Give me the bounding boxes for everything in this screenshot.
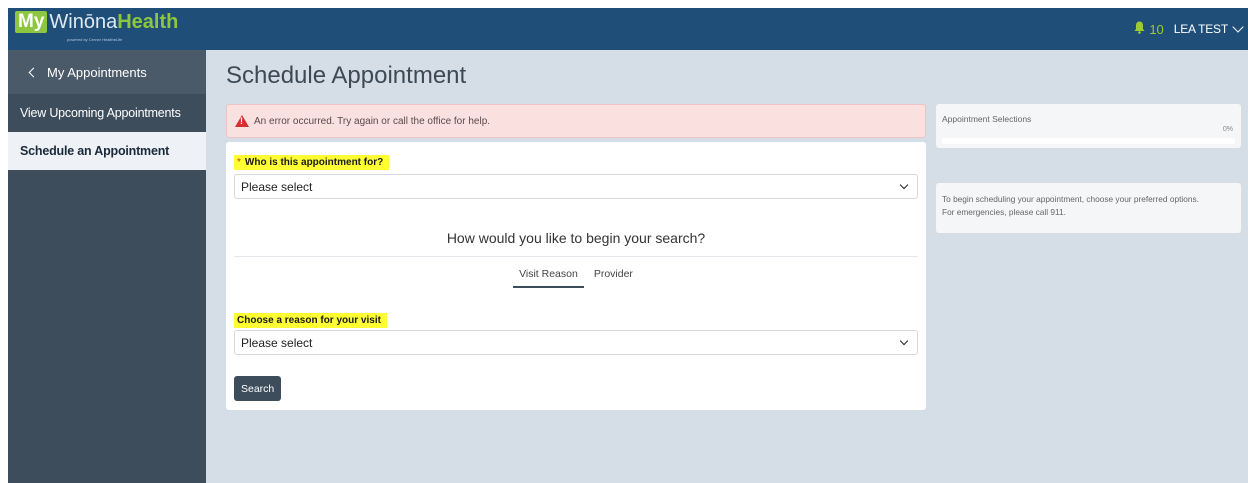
page-title: Schedule Appointment [226,62,467,89]
chevron-down-icon [899,336,909,346]
search-question: How would you like to begin your search? [446,230,706,246]
sidebar: My Appointments View Upcoming Appointmen… [8,50,206,483]
schedule-form-card: * Who is this appointment for? Please sel… [226,142,926,410]
logo-my: My [15,11,48,33]
selections-progress-bar [942,138,1235,144]
chevron-left-icon [28,67,39,77]
sidebar-back-label: My Appointments [47,64,147,80]
error-alert: An error occurred. Try again or call the… [226,104,926,138]
top-header: My Winōna Health powered by Cerner Healt… [8,8,1248,50]
sidebar-item-label: Schedule an Appointment [20,144,170,158]
who-select-value: Please select [241,179,313,194]
who-label-highlight: * Who is this appointment for? [234,155,390,170]
info-line-2: For emergencies, please call 911. [942,207,1066,217]
error-alert-text: An error occurred. Try again or call the… [254,115,491,127]
user-menu-name[interactable]: LEA TEST [1174,22,1228,36]
logo-health: Health [117,11,179,33]
sidebar-item-label: View Upcoming Appointments [20,106,181,120]
header-actions: 10 LEA TEST [1134,8,1244,50]
who-select[interactable]: Please select [234,174,918,199]
bell-icon[interactable] [1134,21,1145,37]
reason-field-label: Choose a reason for your visit [234,310,387,328]
scheduling-info-panel: To begin scheduling your appointment, ch… [936,183,1241,233]
chevron-down-icon[interactable] [1232,21,1244,33]
appointment-selections-panel: Appointment Selections 0% [936,104,1241,148]
logo-tagline: powered by Cerner HealtheLife [67,37,123,42]
sidebar-item-view-upcoming[interactable]: View Upcoming Appointments [8,94,206,132]
reason-select[interactable]: Please select [234,330,918,355]
app-logo[interactable]: My Winōna Health powered by Cerner Healt… [15,9,178,49]
who-field-label: * Who is this appointment for? [234,152,390,170]
divider [234,256,918,257]
main-content: Schedule Appointment An error occurred. … [206,50,1248,483]
tab-provider[interactable]: Provider [588,266,639,288]
sidebar-back-my-appointments[interactable]: My Appointments [8,50,206,94]
chevron-down-icon [899,180,909,190]
logo-winona: Winōna [49,11,118,33]
sidebar-item-schedule[interactable]: Schedule an Appointment [8,132,206,170]
tab-visit-reason[interactable]: Visit Reason [513,266,584,288]
required-marker: * [237,157,241,168]
notification-count[interactable]: 10 [1149,22,1163,37]
progress-percent: 0% [1222,126,1233,133]
warning-icon [235,115,249,127]
reason-select-value: Please select [241,335,313,350]
search-mode-tabs: Visit Reason Provider [226,266,926,288]
selections-title: Appointment Selections [942,114,1032,124]
reason-label-highlight: Choose a reason for your visit [234,313,387,328]
who-label-text: Who is this appointment for? [244,157,384,168]
info-line-1: To begin scheduling your appointment, ch… [942,194,1199,204]
search-button[interactable]: Search [234,376,282,401]
